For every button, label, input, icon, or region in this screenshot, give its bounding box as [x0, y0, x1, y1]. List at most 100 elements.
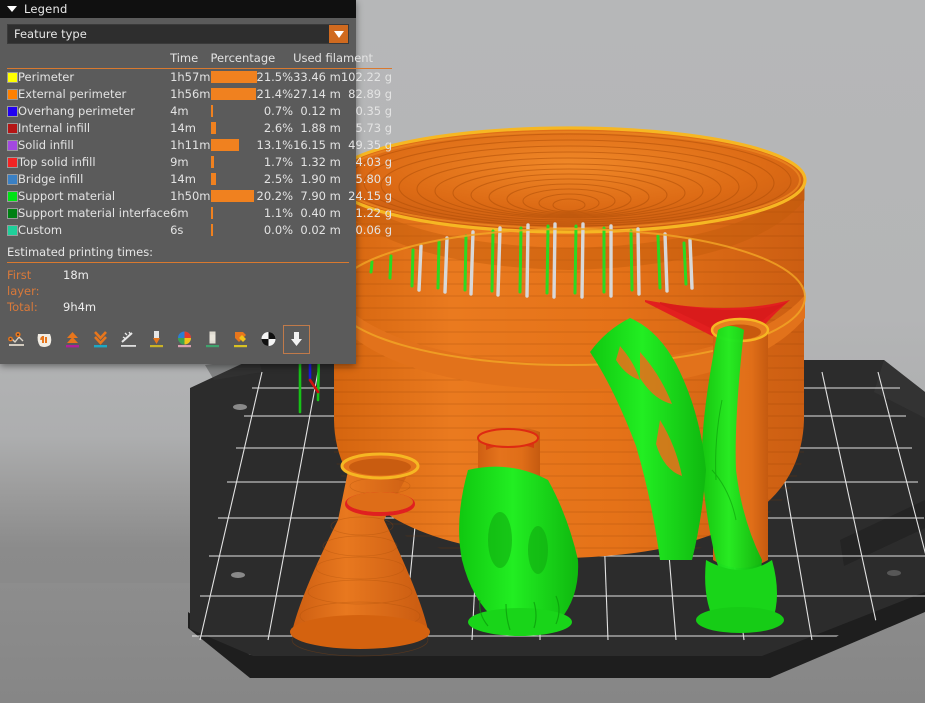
percentage-bar [210, 207, 213, 219]
feature-name: Support material interface [18, 206, 171, 220]
feature-percentage: 13.1% [256, 138, 294, 152]
feature-percentage: 1.1% [263, 206, 294, 220]
feature-time: 14m [170, 121, 196, 135]
feature-filament-length: 33.46 m [293, 70, 341, 85]
feature-name: Perimeter [18, 70, 75, 85]
percentage-bar [210, 88, 257, 100]
percentage-bar [210, 139, 239, 151]
estimated-time-value: 9h4m [63, 299, 97, 314]
feature-name: Bridge infill [18, 172, 84, 186]
col-color [7, 50, 18, 69]
feature-name: Support material [18, 189, 116, 203]
view-type-value: Feature type [14, 27, 87, 41]
percentage-bar-cell [210, 188, 257, 205]
col-time: Time [170, 50, 211, 69]
col-percentage: Percentage [210, 50, 294, 69]
custom-gcodes-icon[interactable] [200, 326, 225, 353]
feature-time: 6m [170, 206, 189, 220]
table-row[interactable]: Internal infill 14m 2.6% 1.88 m 5.73 g [7, 120, 392, 137]
feature-filament-length: 0.12 m [300, 104, 341, 118]
feature-name: Internal infill [18, 121, 91, 135]
feature-color-swatch [7, 205, 18, 222]
table-row[interactable]: Top solid infill 9m 1.7% 1.32 m 4.03 g [7, 154, 392, 171]
feature-percentage: 21.5% [256, 70, 294, 85]
feature-filament-length: 16.15 m [293, 138, 341, 152]
color-chip [7, 156, 18, 168]
feature-color-swatch [7, 120, 18, 137]
table-row[interactable]: Custom 6s 0.0% 0.02 m 0.06 g [7, 222, 392, 239]
feature-color-swatch [7, 222, 18, 239]
table-row[interactable]: Support material 1h50m 20.2% 7.90 m 24.15 g [7, 188, 392, 205]
col-used-filament: Used filament [293, 50, 393, 69]
feature-name: Overhang perimeter [18, 104, 135, 118]
color-chip [7, 139, 18, 151]
color-chip [7, 105, 18, 117]
feature-filament-length: 7.90 m [300, 189, 341, 203]
estimated-time-value: 18m [63, 267, 89, 282]
percentage-bar-cell [210, 222, 257, 239]
retractions-icon[interactable] [32, 326, 57, 353]
feature-filament-length: 1.90 m [300, 172, 341, 186]
feature-filament-mass: 4.03 g [355, 155, 393, 169]
legend-titlebar[interactable]: Legend [0, 0, 356, 18]
table-header-row: Time Percentage Used filament [7, 50, 393, 69]
percentage-bar [210, 173, 216, 185]
color-chip [7, 71, 18, 83]
tool-changes-icon[interactable] [116, 326, 141, 353]
color-chip [7, 88, 18, 100]
legend-title: Legend [24, 2, 68, 16]
estimated-time-label: First layer: [7, 267, 40, 298]
table-row[interactable]: Perimeter 1h57m 21.5% 33.46 m 102.22 g [7, 69, 392, 86]
feature-time: 14m [170, 172, 196, 186]
estimated-time-label: Total: [7, 299, 38, 314]
legend-toolbar[interactable] [0, 321, 356, 359]
feature-time: 1h11m [170, 138, 211, 152]
feature-name: Top solid infill [18, 155, 96, 169]
feature-color-swatch [7, 188, 18, 205]
triangle-down-icon [333, 30, 344, 38]
estimated-times-list: First layer: 18m Total: 9h4m [7, 267, 349, 315]
table-row[interactable]: External perimeter 1h56m 21.4% 27.14 m 82.89… [7, 86, 392, 103]
feature-filament-mass: 0.35 g [355, 104, 393, 118]
feature-filament-length: 1.88 m [300, 121, 341, 135]
percentage-bar [210, 105, 213, 117]
table-row[interactable]: Solid infill 1h11m 13.1% 16.15 m 49.35 g [7, 137, 392, 154]
table-row[interactable]: Support material interface 6m 1.1% 0.40 m 1.… [7, 205, 392, 222]
deretractions-icon[interactable] [60, 326, 85, 353]
feature-name: Custom [18, 223, 63, 237]
feature-filament-mass: 24.15 g [348, 189, 393, 203]
seams-icon[interactable] [88, 326, 113, 353]
feature-filament-length: 1.32 m [300, 155, 341, 169]
feature-name: External perimeter [18, 87, 127, 101]
feature-time: 1h50m [170, 189, 211, 203]
triangle-down-icon[interactable] [7, 6, 17, 12]
percentage-bar-cell [210, 86, 257, 103]
color-chip [7, 190, 18, 202]
view-type-dropdown-button[interactable] [329, 25, 348, 43]
feature-filament-mass: 1.22 g [355, 206, 393, 220]
color-changes-icon[interactable] [144, 326, 169, 353]
table-row[interactable]: Bridge infill 14m 2.5% 1.90 m 5.80 g [7, 171, 392, 188]
feature-percentage: 0.7% [263, 104, 294, 118]
estimated-time-row: Total: 9h4m [7, 299, 349, 315]
percentage-bar [210, 122, 217, 134]
travel-icon[interactable] [4, 326, 29, 353]
feature-time: 9m [170, 155, 189, 169]
feature-time: 1h56m [170, 87, 211, 101]
feature-filament-mass: 5.80 g [355, 172, 393, 186]
table-row[interactable]: Overhang perimeter 4m 0.7% 0.12 m 0.35 g [7, 103, 392, 120]
legend-toggle-icon[interactable] [283, 325, 310, 354]
feature-time: 6s [170, 223, 184, 237]
color-chip [7, 122, 18, 134]
tool-marker-icon[interactable] [256, 326, 281, 353]
feature-color-swatch [7, 103, 18, 120]
feature-percentage: 1.7% [263, 155, 294, 169]
feature-type-table: Time Percentage Used filament Perimeter 1… [7, 50, 393, 239]
pause-prints-icon[interactable] [172, 326, 197, 353]
feature-filament-length: 0.40 m [300, 206, 341, 220]
shells-icon[interactable] [228, 326, 253, 353]
view-type-select[interactable]: Feature type [7, 24, 349, 44]
feature-name: Solid infill [18, 138, 74, 152]
percentage-bar-cell [210, 171, 257, 188]
legend-panel[interactable]: Legend Feature type Time Percentage Used… [0, 0, 393, 364]
